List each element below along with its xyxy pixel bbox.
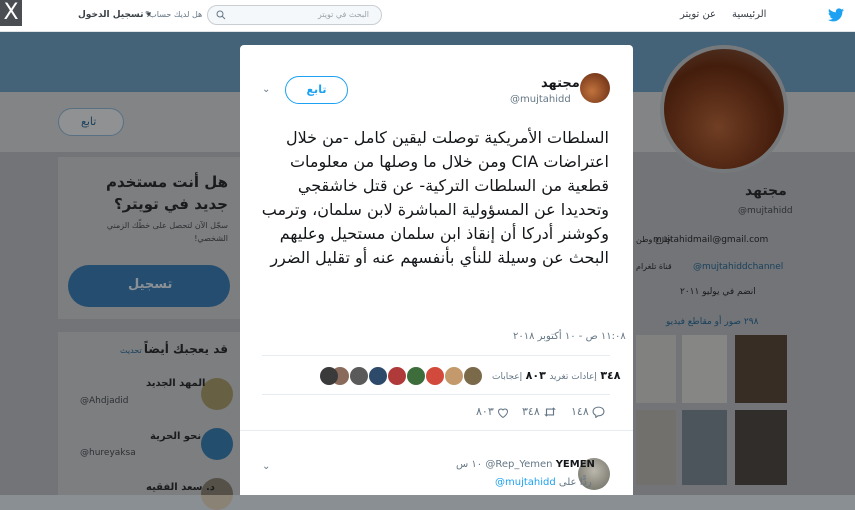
reply-author-name: YEMEN xyxy=(555,459,595,470)
reply-count: ١٤٨ xyxy=(571,405,589,418)
tweet-author-name[interactable]: مجتهد xyxy=(541,76,580,91)
twitter-bird-icon[interactable] xyxy=(828,8,844,22)
tweet-modal xyxy=(240,45,633,495)
liker-avatar[interactable] xyxy=(407,367,425,385)
reply-header[interactable]: ١٠ س @Rep_Yemen YEMEN xyxy=(456,459,595,470)
retweet-count: ٣٤٨ xyxy=(522,405,540,418)
liker-avatar[interactable] xyxy=(320,367,338,385)
like-action[interactable]: ٨٠٣ xyxy=(476,405,509,418)
replying-handle[interactable]: @mujtahidd xyxy=(495,477,556,488)
retweet-icon xyxy=(544,407,557,417)
tweet-text: السلطات الأمريكية توصلت ليقين كامل -من خ… xyxy=(261,128,609,267)
follow-button[interactable]: تابع xyxy=(285,76,348,104)
heart-icon xyxy=(498,408,509,418)
login-link[interactable]: تسجيل الدخول ▾ xyxy=(78,10,151,20)
retweet-action[interactable]: ٣٤٨ xyxy=(522,405,557,418)
stats-divider-top xyxy=(262,355,610,356)
retweets-count: ٣٤٨ xyxy=(600,369,621,382)
reply-action[interactable]: ١٤٨ xyxy=(571,405,605,419)
likes-count: ٨٠٣ xyxy=(525,369,546,382)
have-account-text: هل لديك حساب؟ xyxy=(145,10,203,19)
reply-time: ١٠ س xyxy=(456,459,483,470)
liker-avatar[interactable] xyxy=(350,367,368,385)
top-navigation-bar: الرئيسية عن تويتر البحث في تويتر هل لديك… xyxy=(0,0,855,32)
nav-about[interactable]: عن تويتر xyxy=(680,9,716,20)
retweets-label: إعادات تغريد xyxy=(549,372,597,382)
close-icon[interactable]: X xyxy=(0,0,22,26)
reply-chevron-down-icon[interactable]: ⌄ xyxy=(262,461,270,472)
nav-home[interactable]: الرئيسية xyxy=(732,9,766,20)
replying-label: ردًّا على xyxy=(558,477,592,488)
stats-divider-bottom xyxy=(262,394,610,395)
liker-avatar[interactable] xyxy=(426,367,444,385)
login-label: تسجيل الدخول xyxy=(78,10,144,20)
liker-avatar[interactable] xyxy=(445,367,463,385)
search-icon xyxy=(216,10,226,20)
retweets-stat[interactable]: ٣٤٨ إعادات تغريد ٨٠٣ إعجابات xyxy=(492,369,620,382)
chevron-down-icon[interactable]: ⌄ xyxy=(262,84,270,95)
reply-handle: @Rep_Yemen xyxy=(485,459,553,470)
tweet-author-handle[interactable]: @mujtahidd xyxy=(510,94,571,105)
liker-avatar[interactable] xyxy=(369,367,387,385)
search-placeholder: البحث في تويتر xyxy=(317,10,369,19)
likes-label: إعجابات xyxy=(492,372,523,382)
reply-icon xyxy=(592,406,605,419)
tweet-timestamp[interactable]: ١١:٠٨ ص - ١٠ أكتوبر ٢٠١٨ xyxy=(513,331,626,342)
tweet-author-avatar[interactable] xyxy=(580,73,610,103)
follow-label: تابع xyxy=(306,83,327,96)
liker-avatar[interactable] xyxy=(464,367,482,385)
search-input[interactable]: البحث في تويتر xyxy=(207,5,382,25)
like-count: ٨٠٣ xyxy=(476,405,494,418)
liker-avatar[interactable] xyxy=(388,367,406,385)
replying-to: @mujtahidd ردًّا على xyxy=(495,477,592,488)
reply-divider xyxy=(240,430,633,431)
